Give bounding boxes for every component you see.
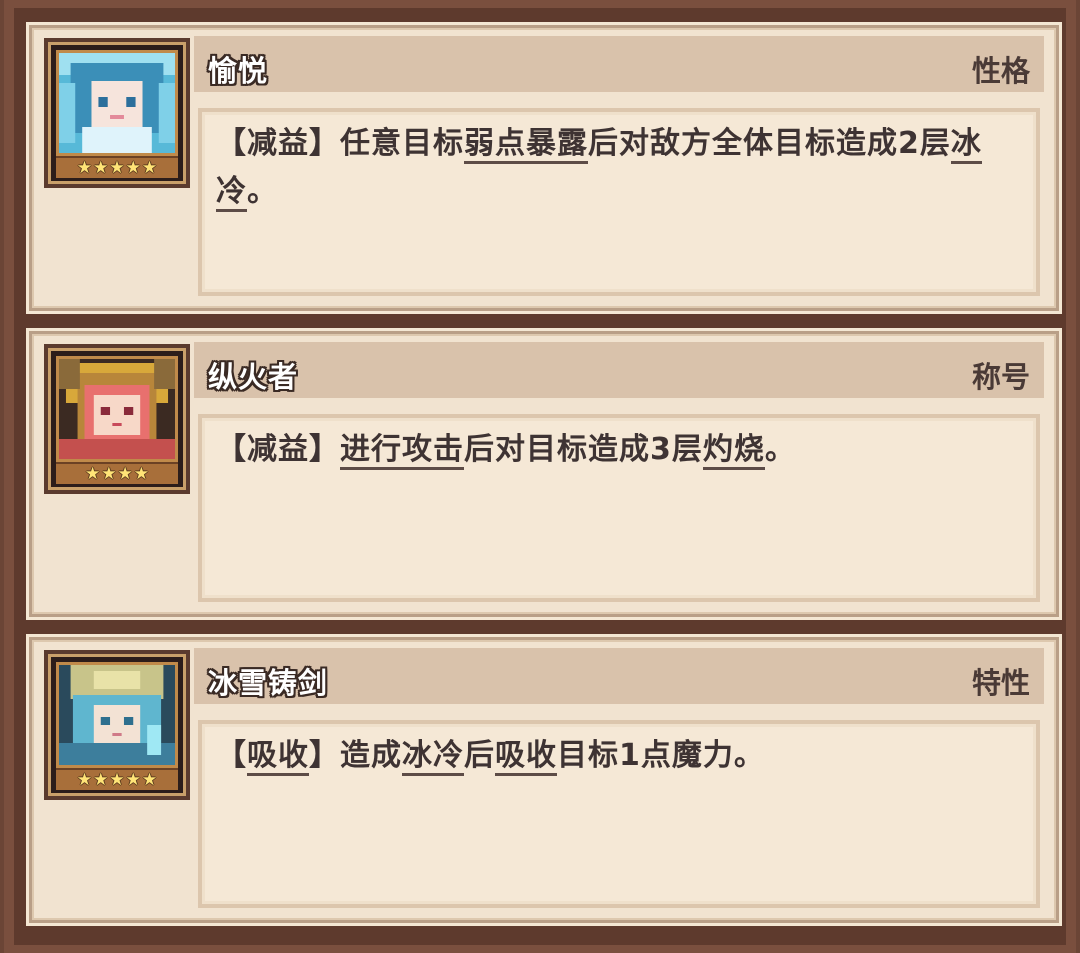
card-description: 【减益】任意目标弱点暴露后对敌方全体目标造成2层冰冷。: [216, 120, 1006, 216]
trait-card-arsonist[interactable]: ★ ★ ★ ★ 纵火者 称号 【减益】进行攻击后对目标造成3层灼烧。: [26, 328, 1062, 620]
keyword-link-attack[interactable]: 进行攻击: [340, 432, 464, 470]
desc-text: 目标1点魔力。: [557, 738, 765, 773]
keyword-link-absorb[interactable]: 吸收: [247, 738, 309, 776]
desc-text: 】造成: [309, 738, 402, 773]
keyword-link-weakness-exposed[interactable]: 弱点暴露: [464, 126, 588, 164]
portrait-art: [56, 662, 178, 768]
star-icon: ★: [125, 769, 141, 790]
trait-card-ice-snow-forge-sword[interactable]: ★ ★ ★ ★ ★ 冰雪铸剑 特性 【吸收】造成冰冷后吸收目标1点魔力。: [26, 634, 1062, 926]
star-icon: ★: [117, 463, 133, 484]
portrait-ice-knight: ★ ★ ★ ★ ★: [44, 650, 190, 800]
card-title-bar: 纵火者 称号: [194, 342, 1044, 398]
card-description: 【吸收】造成冰冷后吸收目标1点魔力。: [216, 732, 1006, 780]
portrait-art: [56, 50, 178, 156]
desc-text: 【减益】任意目标: [216, 126, 464, 161]
portrait-ice-girl: ★ ★ ★ ★ ★: [44, 38, 190, 188]
star-icon: ★: [85, 463, 101, 484]
desc-text: 后对敌方全体目标造成2层: [588, 126, 951, 161]
card-category: 性格: [971, 54, 1030, 88]
desc-text: 后对目标造成3层: [464, 432, 703, 467]
card-category: 特性: [971, 666, 1030, 700]
star-icon: ★: [109, 157, 125, 178]
star-icon: ★: [101, 463, 117, 484]
keyword-link-absorb[interactable]: 吸收: [495, 738, 557, 776]
desc-text: 后: [464, 738, 495, 773]
desc-text: 。: [764, 432, 796, 467]
card-category: 称号: [971, 360, 1030, 394]
desc-text: 【减益】: [216, 432, 340, 467]
keyword-link-frost[interactable]: 冰冷: [402, 738, 464, 776]
portrait-art: [56, 356, 178, 462]
star-icon: ★: [76, 157, 93, 178]
star-icon: ★: [133, 463, 149, 484]
star-rating: ★ ★ ★ ★ ★: [56, 156, 178, 178]
description-box: 【减益】任意目标弱点暴露后对敌方全体目标造成2层冰冷。: [198, 108, 1040, 296]
star-icon: ★: [109, 769, 125, 790]
portrait-fire-girl: ★ ★ ★ ★: [44, 344, 190, 494]
star-icon: ★: [76, 769, 93, 790]
star-icon: ★: [125, 157, 141, 178]
keyword-link-burn[interactable]: 灼烧: [702, 432, 765, 470]
star-icon: ★: [141, 157, 158, 178]
card-name: 纵火者: [208, 360, 299, 394]
star-rating: ★ ★ ★ ★: [56, 462, 178, 484]
description-box: 【吸收】造成冰冷后吸收目标1点魔力。: [198, 720, 1040, 908]
card-name: 愉悦: [208, 54, 269, 88]
star-rating: ★ ★ ★ ★ ★: [56, 768, 178, 790]
card-title-bar: 愉悦 性格: [194, 36, 1044, 92]
desc-text: 。: [247, 174, 278, 209]
star-icon: ★: [93, 769, 109, 790]
trait-card-joy[interactable]: ★ ★ ★ ★ ★ 愉悦 性格 【减益】任意目标弱点暴露后对敌方全体目标造成2层…: [26, 22, 1062, 314]
description-box: 【减益】进行攻击后对目标造成3层灼烧。: [198, 414, 1040, 602]
card-name: 冰雪铸剑: [208, 666, 329, 700]
desc-text: 【: [216, 738, 247, 773]
card-title-bar: 冰雪铸剑 特性: [194, 648, 1044, 704]
card-description: 【减益】进行攻击后对目标造成3层灼烧。: [216, 426, 1006, 474]
star-icon: ★: [141, 769, 158, 790]
star-icon: ★: [93, 157, 109, 178]
